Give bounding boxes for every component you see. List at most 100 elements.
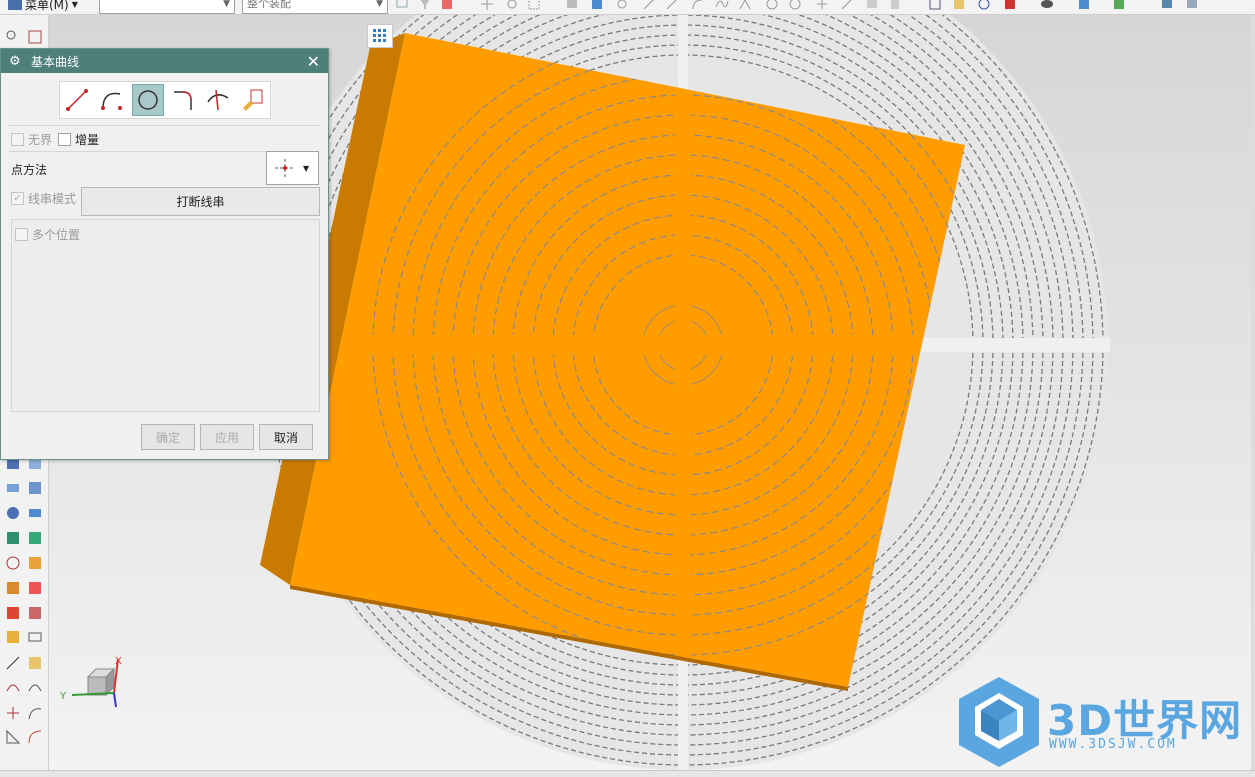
orient-view-icon[interactable] — [1003, 0, 1017, 11]
project-icon[interactable] — [27, 629, 43, 645]
grid-icon — [373, 29, 386, 42]
delete-face-icon[interactable] — [5, 555, 21, 571]
wcs-triad: X Y — [59, 656, 122, 708]
blend-icon[interactable] — [27, 505, 43, 521]
cube-view-icon[interactable] — [27, 29, 43, 45]
layer-settings-icon[interactable] — [1160, 0, 1174, 11]
view-icon[interactable] — [565, 0, 579, 11]
multiple-positions-group: 多个位置 — [11, 219, 320, 412]
rotate-view-icon[interactable] — [977, 0, 991, 11]
trim-body-icon[interactable] — [5, 580, 21, 596]
inferred-point-icon — [275, 159, 295, 177]
extrude-icon[interactable] — [5, 605, 21, 621]
sweep-icon[interactable] — [5, 480, 21, 496]
view-layout-button[interactable] — [367, 24, 393, 48]
menu-button[interactable]: 菜单(M) ▼ — [8, 0, 78, 13]
unbounded-checkbox[interactable]: 无界 — [11, 131, 52, 148]
filter-icon[interactable] — [418, 0, 432, 11]
spline-tool-icon[interactable] — [27, 705, 43, 721]
y-axis-label: Y — [59, 691, 67, 702]
zoom-icon[interactable] — [952, 0, 966, 11]
cube-icon[interactable] — [590, 0, 604, 11]
incremental-checkbox[interactable]: 增量 — [58, 131, 99, 148]
box-select-icon[interactable] — [527, 0, 541, 11]
circle-button[interactable] — [131, 84, 164, 116]
selection-filter-combo[interactable]: ▼ — [99, 0, 235, 14]
thicken-icon[interactable] — [5, 629, 21, 645]
top-toolbar: 菜单(M) ▼ ▼ 整个装配 ▼ — [0, 0, 1255, 15]
dialog-title: 基本曲线 — [31, 54, 80, 69]
render-style-icon[interactable] — [1040, 0, 1054, 11]
point-icon[interactable] — [480, 0, 494, 11]
selection-scope-combo[interactable]: 整个装配 ▼ — [242, 0, 388, 14]
unbounded-label: 无界 — [28, 133, 53, 147]
pattern-icon[interactable] — [615, 0, 629, 11]
dialog-header[interactable]: ⚙ 基本曲线 ✕ — [1, 49, 328, 73]
line-tool-icon[interactable] — [665, 0, 679, 11]
edit-section-icon[interactable] — [1112, 0, 1126, 11]
revolve-icon[interactable] — [5, 505, 21, 521]
multiple-positions-checkbox[interactable]: 多个位置 — [15, 226, 80, 243]
layer-icon[interactable] — [888, 0, 902, 11]
point-method-label: 点方法 — [11, 163, 48, 177]
string-mode-checkbox[interactable]: ✓ 线串模式 — [11, 190, 76, 207]
face-icon[interactable] — [865, 0, 879, 11]
string-mode-label: 线串模式 — [28, 192, 77, 206]
line-icon — [66, 89, 89, 111]
divider — [9, 125, 319, 126]
sketch-icon[interactable] — [5, 729, 21, 745]
copy-icon[interactable] — [27, 530, 43, 546]
measure-icon[interactable] — [5, 655, 21, 671]
point-on-curve-icon[interactable] — [505, 0, 519, 11]
constraint-icon[interactable] — [5, 29, 21, 45]
watermark-url: WWW.3DSJW.COM — [1049, 737, 1177, 752]
cancel-button[interactable]: 取消 — [259, 424, 313, 450]
shaded-cube-icon[interactable] — [1077, 0, 1091, 11]
x-axis-label: X — [115, 656, 122, 667]
apply-button[interactable]: 应用 — [200, 424, 254, 450]
fillet-curve-icon[interactable] — [27, 729, 43, 745]
point-method-dropdown[interactable]: ▼ — [266, 151, 319, 185]
curve-icon[interactable] — [27, 679, 43, 695]
draft-icon[interactable] — [27, 605, 43, 621]
arc-icon — [100, 92, 122, 110]
menu-label: 菜单(M) — [25, 0, 69, 12]
curve-type-toolbar — [59, 81, 271, 119]
curve-icon[interactable] — [5, 679, 21, 695]
chevron-down-icon: ▼ — [376, 0, 383, 9]
analysis-icon[interactable] — [27, 655, 43, 671]
line-tool-icon[interactable] — [642, 0, 656, 11]
incremental-label: 增量 — [75, 133, 100, 147]
trim-button[interactable] — [203, 85, 233, 115]
circle-tool-icon[interactable] — [765, 0, 779, 11]
circle-icon — [137, 90, 158, 110]
spline-icon[interactable] — [715, 0, 729, 11]
split-icon[interactable] — [27, 580, 43, 596]
vertical-scrollbar[interactable] — [1251, 15, 1255, 770]
shell-icon[interactable] — [27, 555, 43, 571]
chevron-down-icon: ▼ — [223, 0, 230, 9]
checkbox-checked-icon: ✓ — [11, 192, 24, 205]
camera-icon[interactable] — [1185, 0, 1199, 11]
plus-icon[interactable] — [815, 0, 829, 11]
point-tool-icon[interactable] — [5, 705, 21, 721]
intersect-icon[interactable] — [738, 0, 752, 11]
fillet-icon — [174, 91, 193, 110]
mesh-icon[interactable] — [27, 480, 43, 496]
offset-icon[interactable] — [5, 530, 21, 546]
slash-icon[interactable] — [840, 0, 854, 11]
edit-fillet-button[interactable] — [238, 85, 268, 115]
ok-button[interactable]: 确定 — [141, 424, 195, 450]
select-icon[interactable] — [395, 0, 409, 11]
rotate-icon[interactable] — [788, 0, 802, 11]
view-fit-icon[interactable] — [928, 0, 942, 11]
snap-icon[interactable] — [440, 0, 454, 11]
checkbox-box — [58, 133, 71, 146]
line-button[interactable] — [62, 85, 92, 115]
arc-tool-icon[interactable] — [690, 0, 704, 11]
break-string-button[interactable]: 打断线串 — [81, 187, 320, 216]
arc-button[interactable] — [97, 85, 127, 115]
fillet-button[interactable] — [168, 85, 198, 115]
gear-icon: ⚙ — [9, 53, 21, 69]
close-icon[interactable]: ✕ — [307, 52, 320, 71]
